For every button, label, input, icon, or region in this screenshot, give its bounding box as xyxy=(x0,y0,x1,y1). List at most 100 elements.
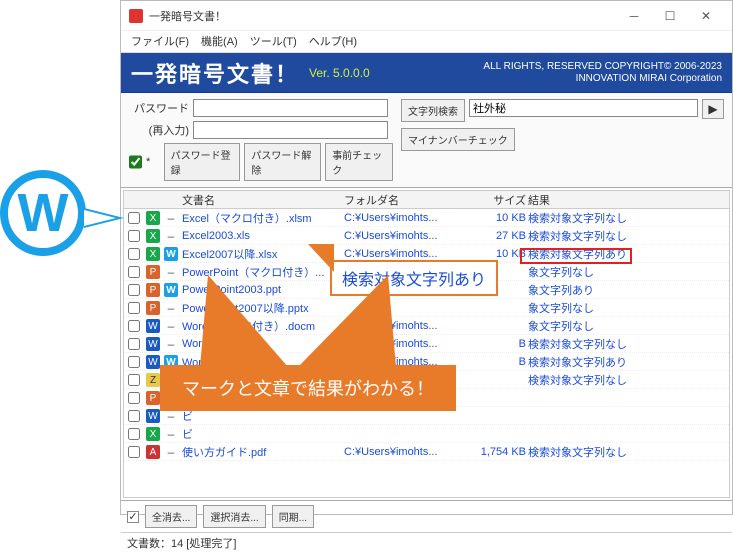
row-checkbox[interactable] xyxy=(128,374,140,386)
folder-path[interactable]: C:¥Users¥imohts... xyxy=(344,248,464,260)
file-type-icon: W xyxy=(146,337,160,351)
select-all-checkbox[interactable]: ✓ xyxy=(127,511,139,523)
password2-input[interactable] xyxy=(193,121,388,139)
menu-help[interactable]: ヘルプ(H) xyxy=(309,33,357,50)
row-checkbox[interactable] xyxy=(128,266,140,278)
hit-mark-icon: W xyxy=(164,283,178,297)
file-type-icon: X xyxy=(146,211,160,225)
status-bar: 文書数：14 [処理完了] xyxy=(121,532,732,553)
result-text: 検索対象文字列あり xyxy=(528,354,725,370)
row-checkbox[interactable] xyxy=(128,284,140,296)
menu-file[interactable]: ファイル(F) xyxy=(131,33,189,50)
close-button[interactable]: ✕ xyxy=(688,4,724,28)
result-text: 検索対象文字列なし xyxy=(528,444,725,460)
mynumber-check-button[interactable]: マイナンバーチェック xyxy=(401,128,515,151)
file-type-icon: W xyxy=(146,355,160,369)
password2-label: (再入力) xyxy=(129,122,189,138)
search-input[interactable] xyxy=(469,99,698,117)
row-checkbox[interactable] xyxy=(128,338,140,350)
file-type-icon: W xyxy=(146,319,160,333)
highlight-box xyxy=(520,248,632,264)
file-type-icon: A xyxy=(146,445,160,459)
file-name[interactable]: Excel2003.xls xyxy=(182,230,342,242)
folder-path[interactable]: C:¥Users¥imohts... xyxy=(344,446,464,458)
expand-icon[interactable]: – xyxy=(164,337,178,351)
file-size: B xyxy=(466,338,526,350)
app-icon xyxy=(129,9,143,23)
expand-icon[interactable]: – xyxy=(164,409,178,423)
result-text: 検索対象文字列なし xyxy=(528,336,725,352)
bottom-toolbar: ✓ 全消去... 選択消去... 同期... xyxy=(121,500,732,532)
result-text: 象文字列なし xyxy=(528,264,725,280)
row-checkbox[interactable] xyxy=(128,428,140,440)
file-type-icon: X xyxy=(146,247,160,261)
menu-func[interactable]: 機能(A) xyxy=(201,33,238,50)
file-size: B xyxy=(466,356,526,368)
search-button[interactable]: 文字列検索 xyxy=(401,99,465,122)
main-window: 一発暗号文書！ ─ ☐ ✕ ファイル(F) 機能(A) ツール(T) ヘルプ(H… xyxy=(120,0,733,515)
table-row[interactable]: X–Excel2003.xlsC:¥Users¥imohts...27 KB検索… xyxy=(124,227,729,245)
menu-tool[interactable]: ツール(T) xyxy=(250,33,297,50)
result-text: 検索対象文字列なし xyxy=(528,372,725,388)
clear-all-button[interactable]: 全消去... xyxy=(145,505,197,528)
maximize-button[interactable]: ☐ xyxy=(652,4,688,28)
window-title: 一発暗号文書！ xyxy=(149,8,616,24)
col-name[interactable]: 文書名 xyxy=(182,192,342,208)
result-text: 検索対象文字列なし xyxy=(528,210,725,226)
search-next-button[interactable]: ▶ xyxy=(702,99,724,119)
sync-button[interactable]: 同期... xyxy=(272,505,314,528)
row-checkbox[interactable] xyxy=(128,410,140,422)
row-checkbox[interactable] xyxy=(128,302,140,314)
minimize-button[interactable]: ─ xyxy=(616,4,652,28)
row-checkbox[interactable] xyxy=(128,230,140,242)
file-size: 27 KB xyxy=(466,230,526,242)
file-type-icon: P xyxy=(146,301,160,315)
table-row[interactable]: X–Excel（マクロ付き）.xlsmC:¥Users¥imohts...10 … xyxy=(124,209,729,227)
folder-path[interactable]: C:¥Users¥imohts... xyxy=(344,230,464,242)
row-checkbox[interactable] xyxy=(128,392,140,404)
expand-icon[interactable]: – xyxy=(164,211,178,225)
hit-mark-icon: W xyxy=(164,247,178,261)
register-password-button[interactable]: パスワード登録 xyxy=(164,143,241,181)
file-name[interactable]: ビ xyxy=(182,426,342,442)
file-name[interactable]: Excel（マクロ付き）.xlsm xyxy=(182,210,342,226)
password-input[interactable] xyxy=(193,99,388,117)
row-checkbox[interactable] xyxy=(128,248,140,260)
delete-password-button[interactable]: パスワード解除 xyxy=(244,143,321,181)
folder-path[interactable]: C:¥Users¥imohts... xyxy=(344,212,464,224)
file-type-icon: P xyxy=(146,265,160,279)
row-checkbox[interactable] xyxy=(128,356,140,368)
expand-icon[interactable]: – xyxy=(164,265,178,279)
table-row[interactable]: X–ビ xyxy=(124,425,729,443)
star-checkbox[interactable] xyxy=(129,155,142,169)
col-result[interactable]: 結果 xyxy=(528,192,725,208)
precheck-button[interactable]: 事前チェック xyxy=(325,143,393,181)
file-type-icon: P xyxy=(146,283,160,297)
file-type-icon: X xyxy=(146,427,160,441)
row-checkbox[interactable] xyxy=(128,446,140,458)
result-text: 象文字列あり xyxy=(528,282,725,298)
file-type-icon: W xyxy=(146,409,160,423)
file-name[interactable]: 使い方ガイド.pdf xyxy=(182,444,342,460)
clear-selected-button[interactable]: 選択消去... xyxy=(203,505,265,528)
toolbar: パスワード (再入力) * パスワード登録 パスワード解除 事前チェック 文字列… xyxy=(121,93,732,188)
result-text: 検索対象文字列なし xyxy=(528,228,725,244)
banner: 一発暗号文書！ Ver. 5.0.0.0 ALL RIGHTS, RESERVE… xyxy=(121,53,732,93)
file-size: 1,754 KB xyxy=(466,446,526,458)
result-text: 象文字列なし xyxy=(528,300,725,316)
callout-summary: マークと文章で結果がわかる！ xyxy=(160,365,456,411)
row-checkbox[interactable] xyxy=(128,320,140,332)
col-folder[interactable]: フォルダ名 xyxy=(344,192,464,208)
expand-icon[interactable]: – xyxy=(164,229,178,243)
expand-icon[interactable]: – xyxy=(164,445,178,459)
file-size: 10 KB xyxy=(466,212,526,224)
expand-icon[interactable]: – xyxy=(164,427,178,441)
file-type-icon: X xyxy=(146,229,160,243)
col-size[interactable]: サイズ xyxy=(466,192,526,208)
row-checkbox[interactable] xyxy=(128,212,140,224)
table-row[interactable]: A–使い方ガイド.pdfC:¥Users¥imohts...1,754 KB検索… xyxy=(124,443,729,461)
banner-version: Ver. 5.0.0.0 xyxy=(309,66,370,80)
expand-icon[interactable]: – xyxy=(164,301,178,315)
expand-icon[interactable]: – xyxy=(164,319,178,333)
search-form: 文字列検索 ▶ マイナンバーチェック xyxy=(401,99,724,181)
